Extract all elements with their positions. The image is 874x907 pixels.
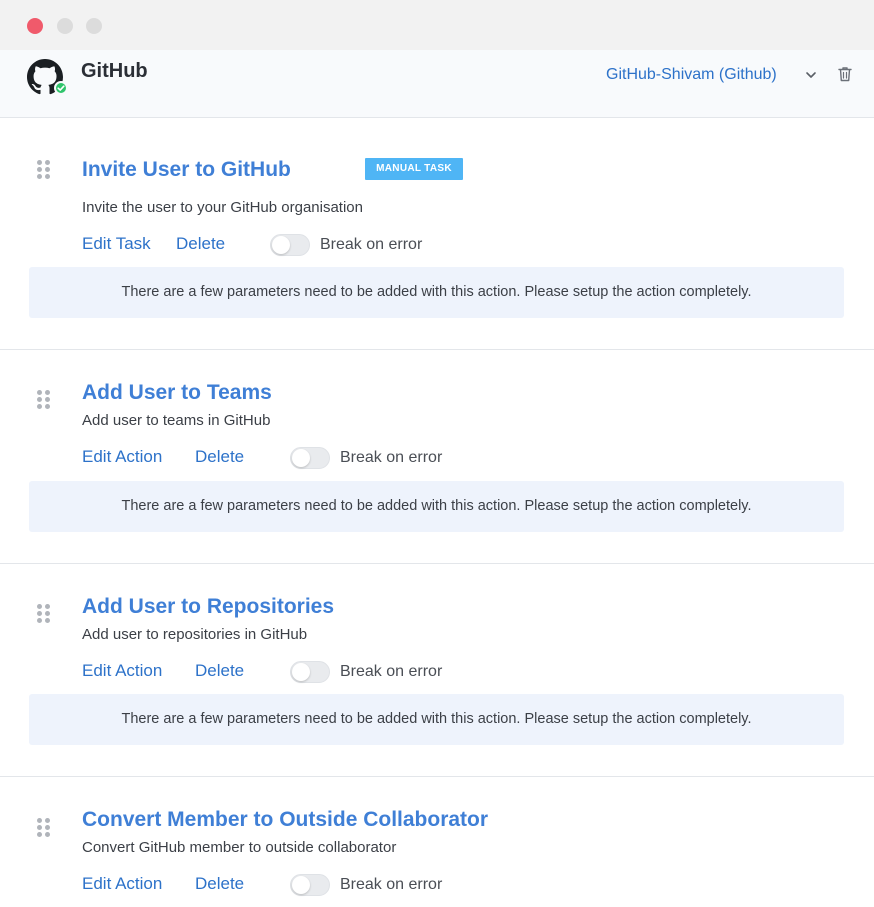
task-title[interactable]: Add User to Teams bbox=[82, 381, 272, 405]
connected-check-icon bbox=[54, 81, 68, 95]
delete-link[interactable]: Delete bbox=[176, 234, 225, 254]
trash-icon[interactable] bbox=[836, 65, 854, 83]
edit-action-link[interactable]: Edit Action bbox=[82, 661, 162, 681]
task-title[interactable]: Invite User to GitHub bbox=[82, 158, 291, 182]
task-description: Invite the user to your GitHub organisat… bbox=[82, 199, 363, 216]
setup-notice: There are a few parameters need to be ad… bbox=[29, 267, 844, 318]
drag-handle-icon[interactable] bbox=[37, 604, 51, 624]
task-card: Invite User to GitHub MANUAL TASK Invite… bbox=[0, 118, 874, 350]
task-description: Add user to repositories in GitHub bbox=[82, 626, 308, 643]
app-header: GitHub GitHub-Shivam (Github) bbox=[0, 50, 874, 118]
task-title[interactable]: Convert Member to Outside Collaborator bbox=[82, 808, 488, 832]
window-close-button[interactable] bbox=[27, 18, 43, 34]
break-on-error-label: Break on error bbox=[320, 236, 423, 253]
window-titlebar bbox=[0, 0, 874, 50]
break-on-error-toggle[interactable] bbox=[290, 874, 330, 896]
setup-notice: There are a few parameters need to be ad… bbox=[29, 694, 844, 745]
break-on-error-label: Break on error bbox=[340, 876, 443, 893]
edit-action-link[interactable]: Edit Action bbox=[82, 447, 162, 467]
app-title: GitHub bbox=[81, 60, 148, 82]
task-description: Add user to teams in GitHub bbox=[82, 412, 271, 429]
account-selector[interactable]: GitHub-Shivam (Github) bbox=[606, 66, 777, 84]
drag-handle-icon[interactable] bbox=[37, 390, 51, 410]
delete-link[interactable]: Delete bbox=[195, 447, 244, 467]
delete-link[interactable]: Delete bbox=[195, 874, 244, 894]
break-on-error-toggle[interactable] bbox=[290, 447, 330, 469]
drag-handle-icon[interactable] bbox=[37, 818, 51, 838]
task-title[interactable]: Add User to Repositories bbox=[82, 595, 334, 619]
setup-notice: There are a few parameters need to be ad… bbox=[29, 481, 844, 532]
window-maximize-button[interactable] bbox=[86, 18, 102, 34]
chevron-down-icon[interactable] bbox=[803, 67, 819, 83]
break-on-error-label: Break on error bbox=[340, 449, 443, 466]
break-on-error-toggle[interactable] bbox=[290, 661, 330, 683]
window-minimize-button[interactable] bbox=[57, 18, 73, 34]
drag-handle-icon[interactable] bbox=[37, 160, 51, 180]
edit-action-link[interactable]: Edit Action bbox=[82, 874, 162, 894]
manual-task-badge: MANUAL TASK bbox=[365, 158, 463, 180]
edit-task-link[interactable]: Edit Task bbox=[82, 234, 151, 254]
task-card: Add User to Repositories Add user to rep… bbox=[0, 564, 874, 777]
task-description: Convert GitHub member to outside collabo… bbox=[82, 839, 397, 856]
break-on-error-label: Break on error bbox=[340, 663, 443, 680]
break-on-error-toggle[interactable] bbox=[270, 234, 310, 256]
delete-link[interactable]: Delete bbox=[195, 661, 244, 681]
task-card: Convert Member to Outside Collaborator C… bbox=[0, 777, 874, 907]
task-card: Add User to Teams Add user to teams in G… bbox=[0, 350, 874, 563]
